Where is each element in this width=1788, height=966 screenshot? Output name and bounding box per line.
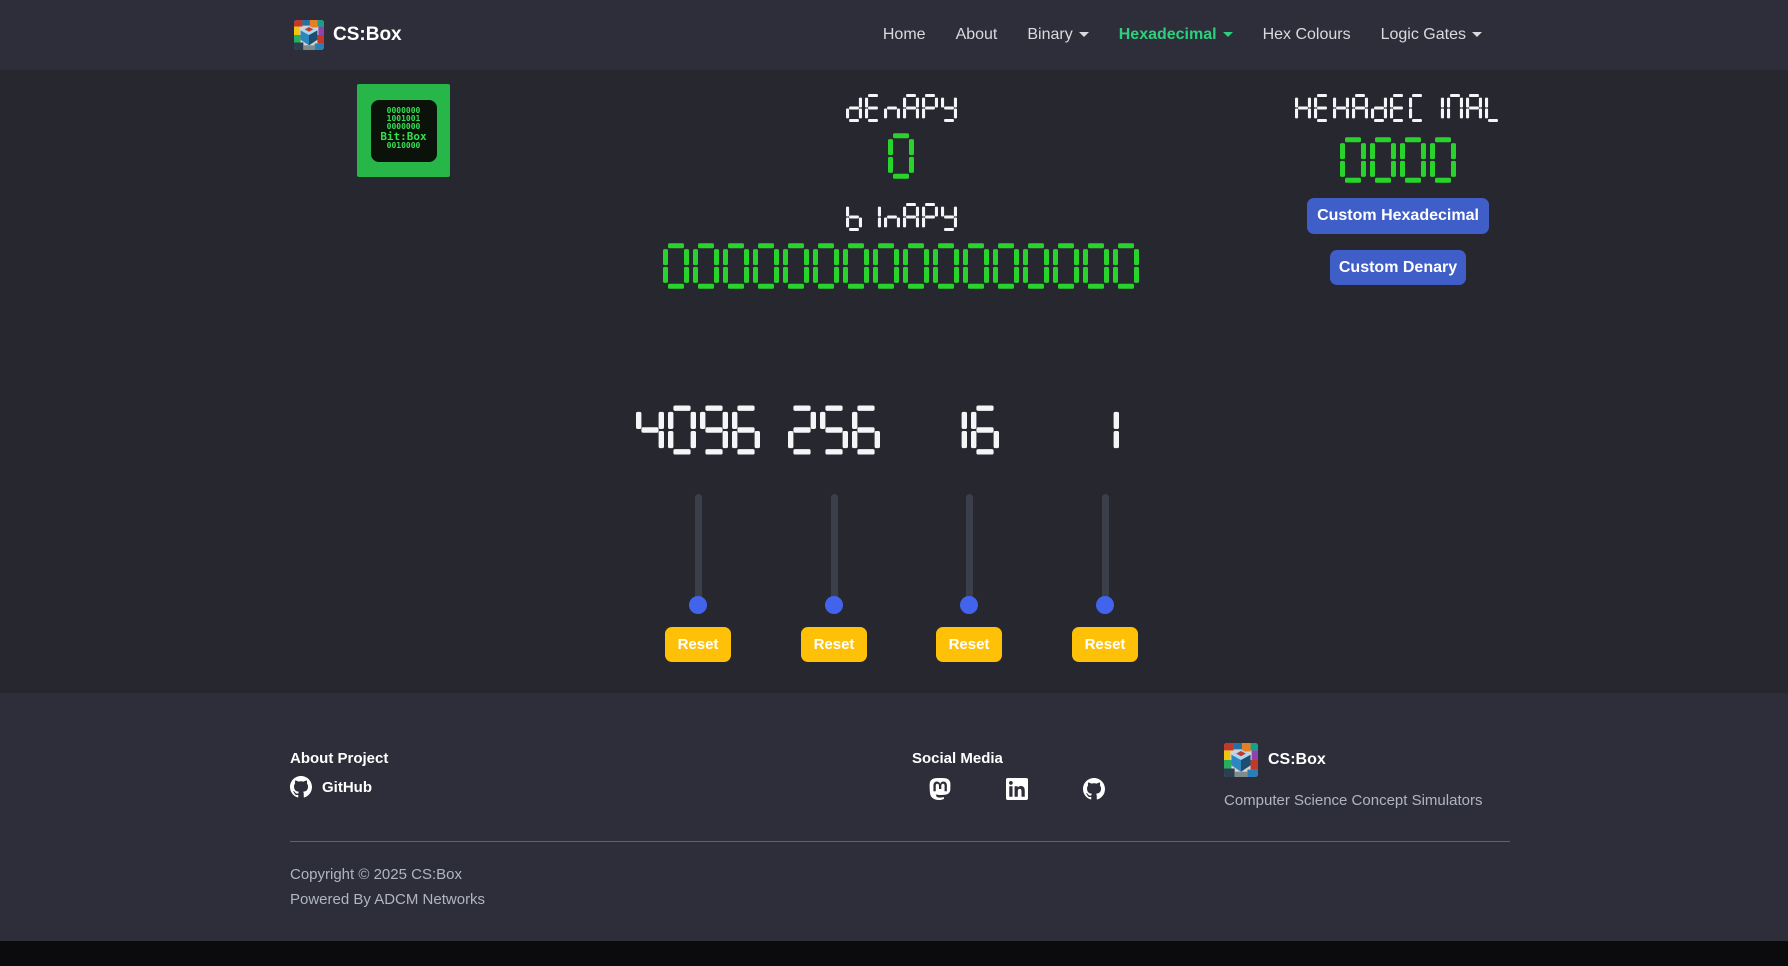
slider-value-display [1091, 405, 1119, 455]
slider-column-4096: Reset [628, 405, 768, 662]
hex-digit-slider[interactable] [695, 494, 702, 608]
custom-denary-button[interactable]: Custom Denary [1330, 250, 1466, 285]
bitbox-logo-title: Bit:Box [371, 131, 437, 142]
slider-thumb[interactable] [1096, 596, 1114, 614]
powered-by-text: Powered By ADCM Networks [290, 891, 485, 908]
reset-button[interactable]: Reset [801, 627, 867, 662]
bitbox-logo-screen: 0000000 1001001 0000000 Bit:Box 0010000 [371, 100, 437, 162]
chevron-down-icon [1223, 32, 1233, 37]
slider-column-256: Reset [764, 405, 904, 662]
github-icon[interactable] [1083, 778, 1105, 800]
slider-column-1: Reset [1035, 405, 1175, 662]
github-link[interactable]: GitHub [290, 776, 372, 798]
main-content: 0000000 1001001 0000000 Bit:Box 0010000 … [0, 70, 1788, 693]
footer-brand-text: CS:Box [1268, 751, 1326, 769]
nav-item-hex-colours[interactable]: Hex Colours [1248, 18, 1366, 52]
nav-item-binary[interactable]: Binary [1012, 18, 1103, 52]
hex-digit-slider[interactable] [831, 494, 838, 608]
nav-item-logic-gates[interactable]: Logic Gates [1366, 18, 1497, 52]
slider-column-16: Reset [899, 405, 1039, 662]
social-icons [929, 778, 1105, 800]
footer-brand[interactable]: CS:Box [1224, 743, 1326, 777]
copyright-text: Copyright © 2025 CS:Box [290, 866, 462, 883]
reset-button[interactable]: Reset [665, 627, 731, 662]
chevron-down-icon [1472, 32, 1482, 37]
reset-button[interactable]: Reset [936, 627, 1002, 662]
reset-button[interactable]: Reset [1072, 627, 1138, 662]
slider-thumb[interactable] [825, 596, 843, 614]
bitbox-logo: 0000000 1001001 0000000 Bit:Box 0010000 [357, 84, 450, 177]
footer: About Project GitHub Social Media [0, 693, 1788, 941]
linkedin-icon[interactable] [1006, 778, 1028, 800]
csbox-logo-icon [1224, 743, 1258, 777]
slider-thumb[interactable] [689, 596, 707, 614]
about-project-heading: About Project [290, 750, 388, 767]
hexadecimal-heading [1198, 91, 1598, 125]
slider-value-display [939, 405, 999, 455]
binary-display [651, 243, 1151, 289]
denary-display [651, 133, 1151, 179]
csbox-logo-icon [294, 20, 324, 50]
nav-item-home[interactable]: Home [868, 18, 941, 52]
bitbox-binary-row: 0010000 [371, 142, 437, 150]
hexadecimal-display [1198, 137, 1598, 183]
github-icon [290, 776, 312, 798]
slider-value-display [636, 405, 760, 455]
nav-item-hexadecimal[interactable]: Hexadecimal [1104, 18, 1248, 52]
denary-heading [651, 91, 1151, 125]
navbar-brand-text: CS:Box [333, 24, 402, 46]
nav-item-about[interactable]: About [941, 18, 1013, 52]
hex-digit-slider[interactable] [1102, 494, 1109, 608]
nav-menu: Home About Binary Hexadecimal Hex Colour… [868, 18, 1497, 52]
custom-hexadecimal-button[interactable]: Custom Hexadecimal [1307, 198, 1489, 234]
navbar-brand[interactable]: CS:Box [294, 20, 402, 50]
navbar: CS:Box Home About Binary Hexadecimal Hex… [0, 0, 1788, 70]
slider-value-display [788, 405, 880, 455]
mastodon-icon[interactable] [929, 778, 951, 800]
footer-divider [290, 841, 1510, 842]
hex-digit-slider[interactable] [966, 494, 973, 608]
social-media-heading: Social Media [912, 750, 1003, 767]
github-link-label: GitHub [322, 779, 372, 796]
footer-tagline: Computer Science Concept Simulators [1224, 792, 1482, 809]
binary-heading [651, 200, 1151, 234]
chevron-down-icon [1079, 32, 1089, 37]
slider-thumb[interactable] [960, 596, 978, 614]
